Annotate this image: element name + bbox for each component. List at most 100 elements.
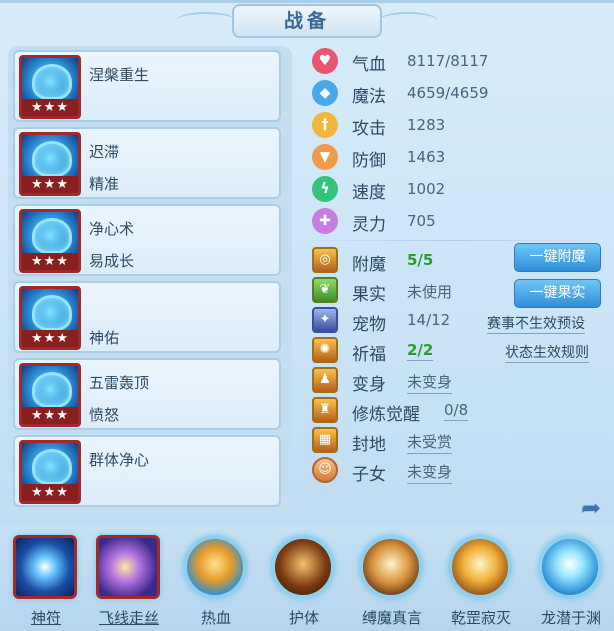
skill-name: 迟滞 [89, 143, 120, 161]
extra-row-awaken: ♜ 修炼觉醒 0/8 [308, 396, 608, 426]
stat-row-spirit: ✚ 灵力 705 [308, 206, 608, 236]
blessing-icon: ✺ [312, 337, 338, 363]
extra-label: 果实 [352, 285, 386, 305]
star-rating: ★★★ [22, 330, 78, 347]
section-divider [304, 240, 604, 241]
transform-icon: ♟ [312, 367, 338, 393]
panel-title: 战备 [232, 4, 382, 38]
extra-value[interactable]: 未受赏 [407, 431, 453, 454]
tab-label: 护体 [288, 609, 319, 627]
body-guard-icon [271, 535, 335, 599]
slow-skill-icon: ★★★ [19, 132, 81, 196]
tab-label: 乾罡寂灭 [450, 609, 511, 627]
tab-body-guard[interactable]: 护体 [268, 532, 340, 628]
qiangang-icon [448, 535, 512, 599]
extra-label: 宠物 [352, 315, 386, 335]
purify-skill-icon: ★★★ [19, 209, 81, 273]
stat-row-attack: † 攻击 1283 [308, 110, 608, 140]
tab-label: 神符 [30, 609, 61, 627]
extra-label: 封地 [352, 435, 386, 455]
event-preset-link[interactable]: 赛事不生效预设 [487, 313, 585, 334]
extra-label: 祈福 [352, 345, 386, 365]
extra-value: 14/12 [407, 311, 451, 329]
stat-label: 灵力 [352, 215, 386, 235]
skill-card[interactable]: ★★★ 迟滞 精准 [13, 127, 281, 199]
dragon-icon [538, 535, 602, 599]
skill-sub-name: 愤怒 [89, 406, 120, 424]
skill-card[interactable]: ★★★ 涅槃重生 [13, 50, 281, 122]
star-rating: ★★★ [22, 484, 78, 501]
stat-value: 1002 [407, 180, 446, 198]
tab-label: 缚魔真言 [361, 609, 422, 627]
spirit-icon: ✚ [312, 208, 338, 234]
extra-value[interactable]: 未变身 [407, 461, 453, 484]
title-ornament-right [378, 12, 438, 30]
stat-row-defense: ▼ 防御 1463 [308, 142, 608, 172]
star-rating: ★★★ [22, 253, 78, 270]
skill-name: 净心术 [89, 220, 135, 238]
nirvana-skill-icon: ★★★ [19, 55, 81, 119]
awaken-icon: ♜ [312, 397, 338, 423]
stat-label: 魔法 [352, 87, 386, 107]
extra-label: 附魔 [352, 255, 386, 275]
tab-label: 热血 [200, 609, 231, 627]
tab-hot-blood[interactable]: 热血 [180, 532, 252, 628]
skill-card[interactable]: ★★★ 群体净心 [13, 435, 281, 507]
skill-sub-name: 精准 [89, 175, 120, 193]
tab-talisman[interactable]: 神符 [10, 532, 82, 628]
share-icon[interactable]: ➦ [576, 496, 606, 520]
star-rating: ★★★ [22, 99, 78, 116]
extra-value[interactable]: 未变身 [407, 371, 453, 394]
fruit-icon: ❦ [312, 277, 338, 303]
tab-dragon[interactable]: 龙潜于渊 [535, 532, 607, 628]
group-purify-skill-icon: ★★★ [19, 440, 81, 504]
pet-icon: ✦ [312, 307, 338, 333]
sword-icon: † [312, 112, 338, 138]
tab-bind-demon[interactable]: 缚魔真言 [356, 532, 428, 628]
stat-value: 8117/8117 [407, 52, 489, 70]
child-icon: ☺ [312, 457, 338, 483]
lightning-icon: ϟ [312, 176, 338, 202]
tab-qiangang[interactable]: 乾罡寂灭 [445, 532, 517, 628]
one-click-fruit-button[interactable]: 一键果实 [514, 279, 601, 308]
star-rating: ★★★ [22, 407, 78, 424]
skill-name: 五雷轰顶 [89, 374, 150, 392]
status-rules-link[interactable]: 状态生效规则 [505, 342, 589, 363]
stat-value: 1283 [407, 116, 446, 134]
stat-label: 气血 [352, 55, 386, 75]
talisman-icon [13, 535, 77, 599]
stat-label: 攻击 [352, 119, 386, 139]
skill-card[interactable]: ★★★ 五雷轰顶 愤怒 [13, 358, 281, 430]
bind-demon-icon [359, 535, 423, 599]
stat-row-mana: ◆ 魔法 4659/4659 [308, 78, 608, 108]
skill-card[interactable]: ★★★ 神佑 [13, 281, 281, 353]
extra-row-transform: ♟ 变身 未变身 [308, 366, 608, 396]
divine-protection-skill-icon: ★★★ [19, 286, 81, 350]
extra-row-fief: ▦ 封地 未受赏 [308, 426, 608, 456]
thunder-skill-icon: ★★★ [19, 363, 81, 427]
hot-blood-icon [183, 535, 247, 599]
title-ornament-left [176, 12, 236, 30]
fief-icon: ▦ [312, 427, 338, 453]
shield-icon: ▼ [312, 144, 338, 170]
stat-value: 1463 [407, 148, 446, 166]
extra-label: 子女 [352, 465, 386, 485]
tab-silk-thread[interactable]: 飞线走丝 [93, 532, 165, 628]
silk-thread-icon [96, 535, 160, 599]
stat-label: 速度 [352, 183, 386, 203]
skill-name: 群体净心 [89, 451, 150, 469]
one-click-enchant-button[interactable]: 一键附魔 [514, 243, 601, 272]
extra-value[interactable]: 2/2 [407, 341, 434, 361]
skill-card[interactable]: ★★★ 净心术 易成长 [13, 204, 281, 276]
skill-sub-name: 神佑 [89, 329, 120, 347]
extra-row-child: ☺ 子女 未变身 [308, 456, 608, 486]
stat-row-hp: ♥ 气血 8117/8117 [308, 46, 608, 76]
extra-value[interactable]: 0/8 [444, 401, 469, 421]
extra-label: 变身 [352, 375, 386, 395]
stat-label: 防御 [352, 151, 386, 171]
extra-value: 5/5 [407, 251, 434, 269]
mana-icon: ◆ [312, 80, 338, 106]
skill-name: 涅槃重生 [89, 66, 150, 84]
stat-value: 705 [407, 212, 436, 230]
stat-value: 4659/4659 [407, 84, 489, 102]
